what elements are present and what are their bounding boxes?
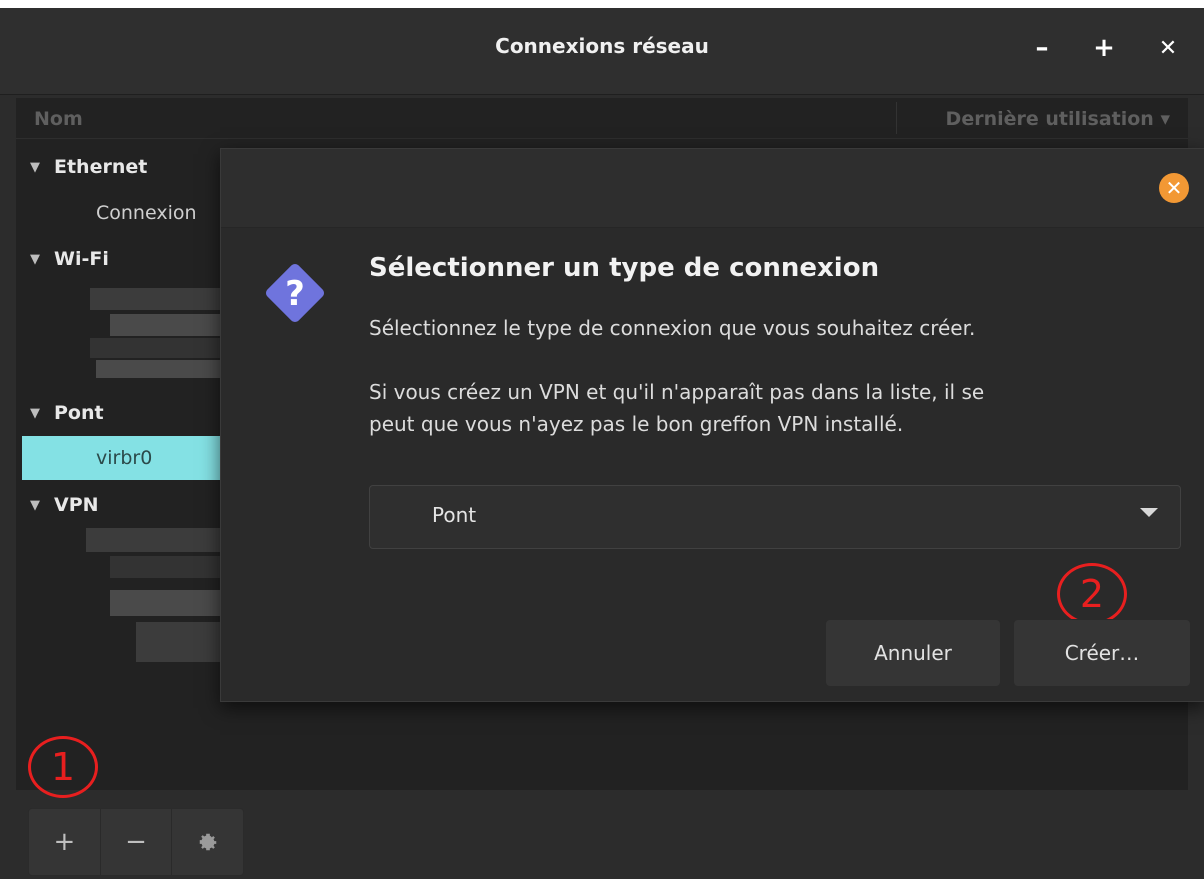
redacted-entry [86, 528, 220, 552]
group-ethernet[interactable]: ▼ Ethernet [30, 156, 147, 178]
redacted-entry [96, 360, 220, 378]
remove-connection-button[interactable]: − [101, 809, 173, 875]
redacted-entry [90, 288, 220, 310]
selected-list-item[interactable]: virbr0 [22, 436, 226, 480]
minimize-button[interactable]: – [1024, 30, 1060, 66]
maximize-button[interactable]: + [1086, 30, 1122, 66]
dialog-close-button[interactable]: ✕ [1159, 173, 1189, 203]
expander-icon: ▼ [30, 251, 40, 267]
group-bridge[interactable]: ▼ Pont [30, 402, 104, 424]
group-vpn[interactable]: ▼ VPN [30, 494, 99, 516]
settings-button[interactable] [172, 809, 243, 875]
redacted-entry [110, 556, 220, 578]
list-item-label: virbr0 [96, 447, 153, 469]
gear-icon [199, 833, 216, 851]
chevron-down-icon [1140, 508, 1158, 517]
connection-type-value: Pont [432, 503, 477, 527]
redacted-entry [90, 338, 220, 358]
group-label: Wi-Fi [54, 248, 109, 270]
group-label: VPN [54, 494, 99, 516]
group-label: Pont [54, 402, 104, 424]
redacted-entry [110, 314, 220, 336]
cancel-button[interactable]: Annuler [825, 619, 1001, 687]
title-bar: Connexions réseau – + ✕ [0, 8, 1204, 95]
redacted-entry [110, 590, 220, 616]
list-item[interactable]: Connexion [96, 202, 197, 224]
column-separator [896, 102, 897, 134]
dialog-title: Sélectionner un type de connexion [369, 253, 880, 283]
dialog-note-line-2: peut que vous n'ayez pas le bon greffon … [369, 412, 904, 436]
question-icon: ? [265, 263, 325, 323]
column-header: Nom Dernière utilisation ▾ [16, 98, 1188, 139]
sort-indicator-icon: ▾ [1160, 108, 1170, 130]
expander-icon: ▼ [30, 159, 40, 175]
group-label: Ethernet [54, 156, 148, 178]
annotation-marker-2: 2 [1057, 563, 1127, 625]
column-name[interactable]: Nom [34, 108, 83, 130]
list-toolbar: + − [28, 808, 244, 876]
column-last-used-label: Dernière utilisation [945, 108, 1154, 130]
add-connection-button[interactable]: + [29, 809, 101, 875]
dialog-subtitle: Sélectionnez le type de connexion que vo… [369, 316, 976, 340]
redacted-entry [136, 622, 220, 662]
group-wifi[interactable]: ▼ Wi-Fi [30, 248, 109, 270]
connection-type-dialog: ✕ ? Sélectionner un type de connexion Sé… [220, 148, 1204, 702]
annotation-marker-1: 1 [28, 736, 98, 798]
dialog-header: ✕ [221, 149, 1204, 228]
expander-icon: ▼ [30, 405, 40, 421]
dialog-note-line-1: Si vous créez un VPN et qu'il n'apparaît… [369, 380, 985, 404]
column-last-used[interactable]: Dernière utilisation ▾ [946, 108, 1170, 130]
expander-icon: ▼ [30, 497, 40, 513]
close-button[interactable]: ✕ [1150, 30, 1186, 66]
svg-text:?: ? [285, 274, 305, 314]
create-button[interactable]: Créer… [1013, 619, 1191, 687]
connection-type-select[interactable]: Pont [369, 485, 1181, 549]
